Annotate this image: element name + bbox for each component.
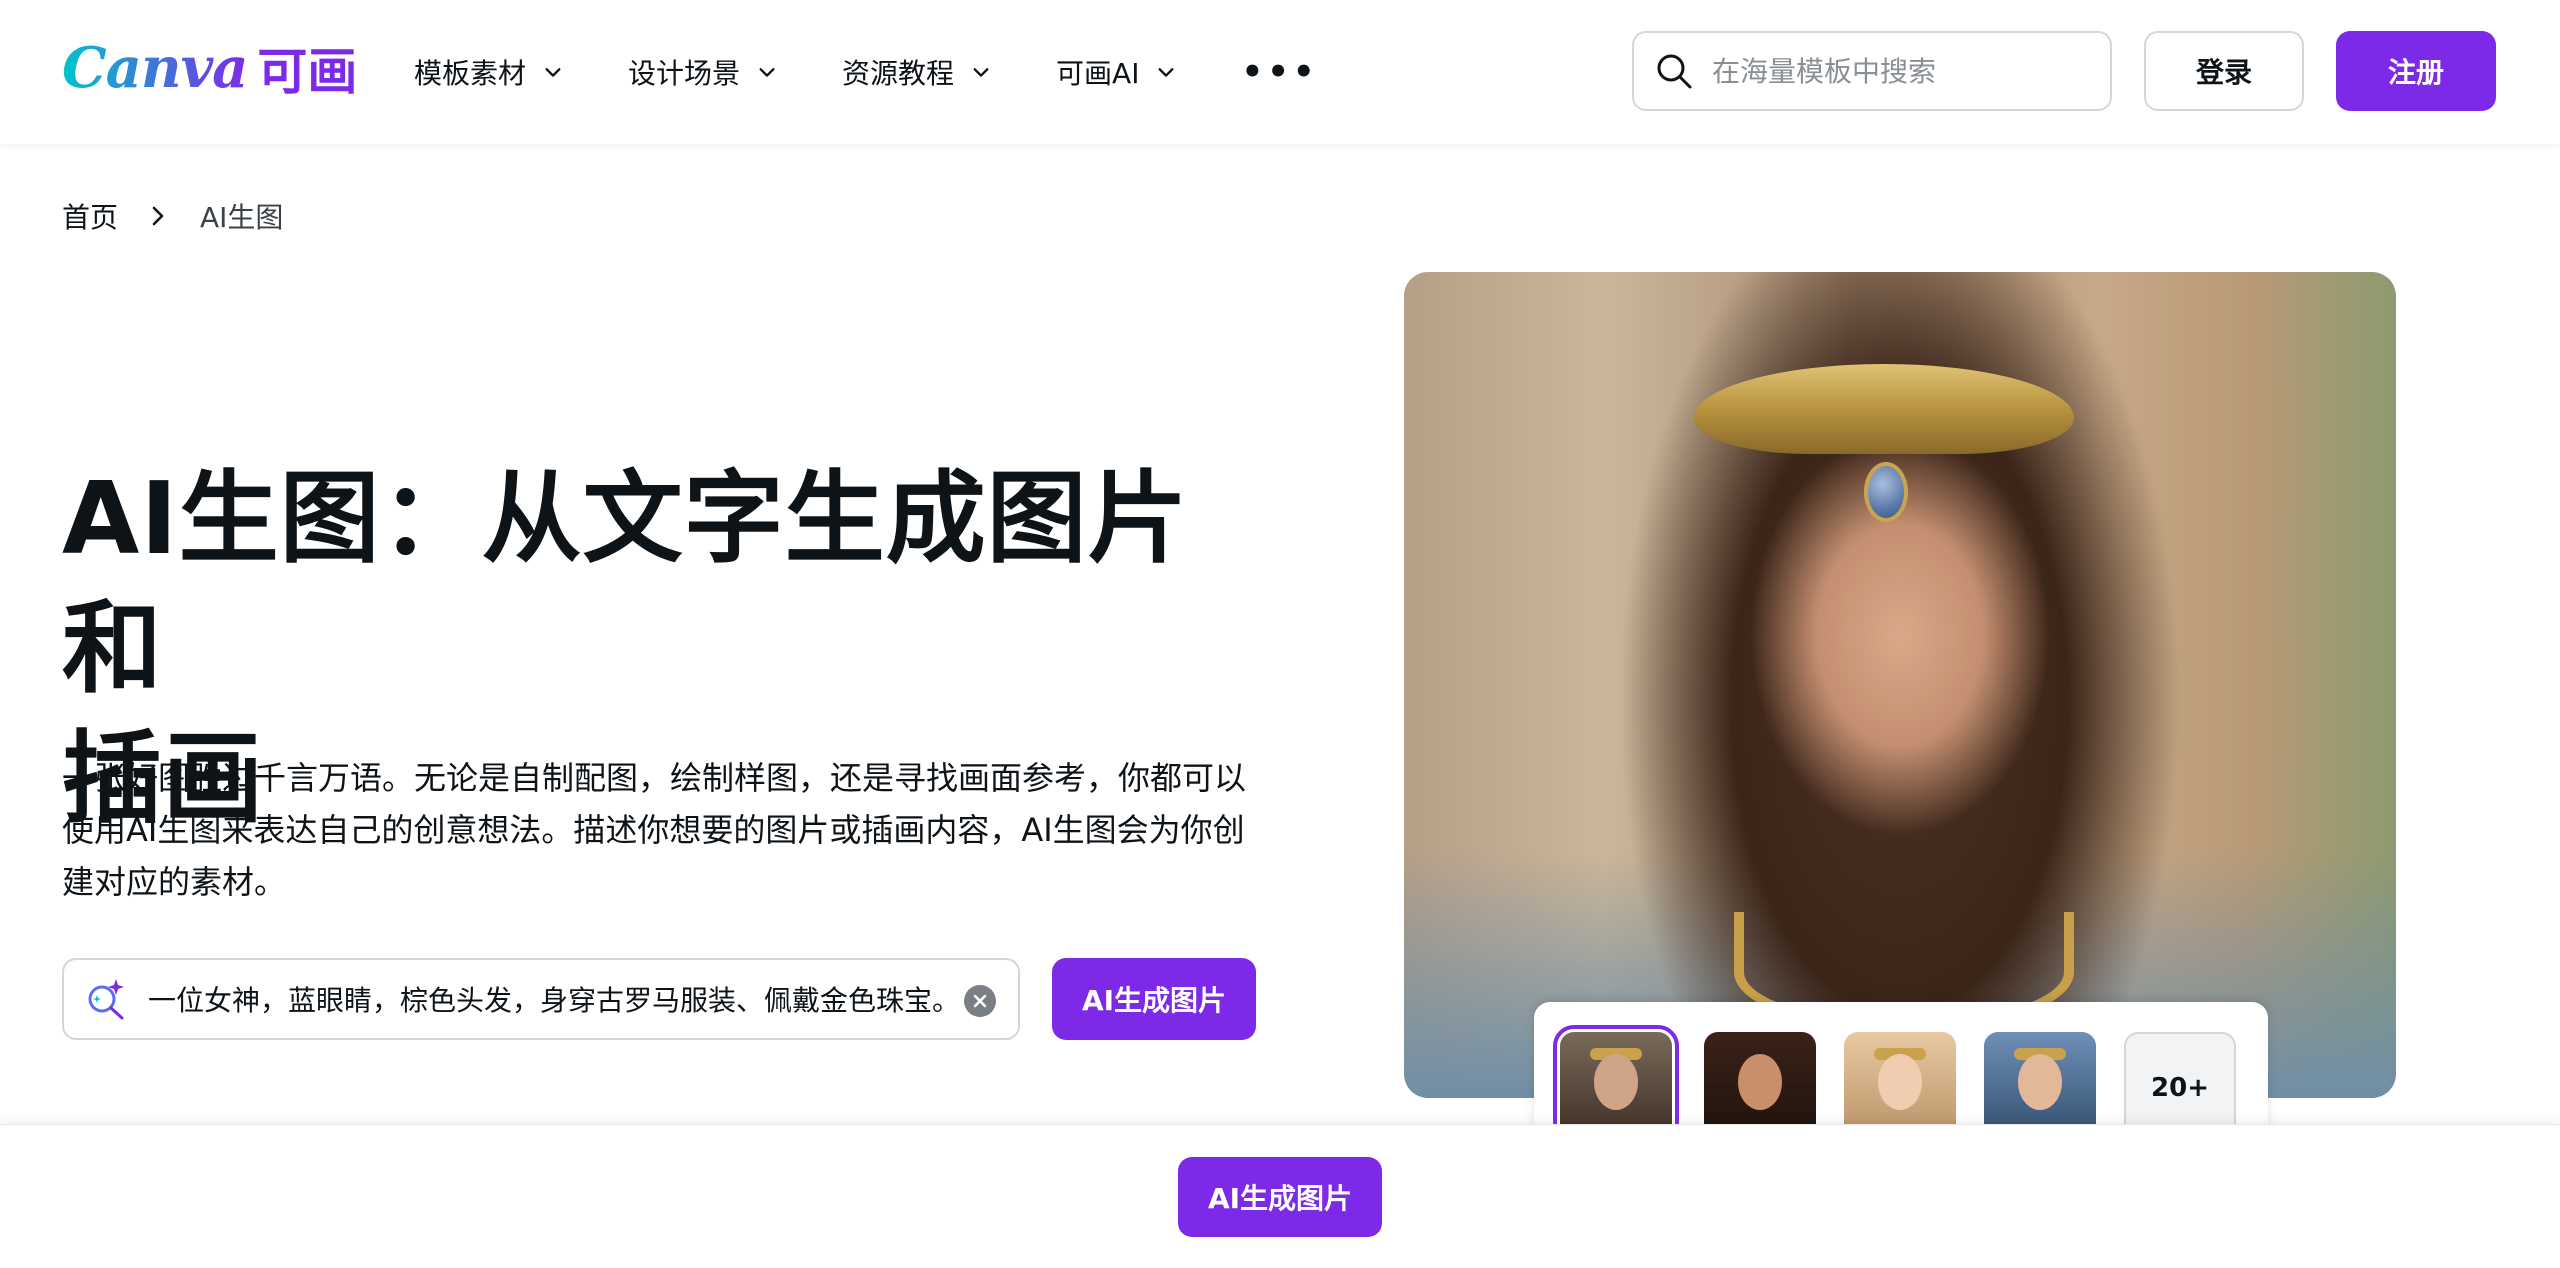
- thumb-face: [1738, 1054, 1782, 1110]
- logo-wordmark: Canva: [62, 35, 248, 101]
- canva-logo[interactable]: Canva 可画: [62, 35, 357, 101]
- breadcrumb-home-link[interactable]: 首页: [62, 196, 118, 236]
- chevron-down-icon: [545, 68, 561, 77]
- breadcrumb-current: AI生图: [200, 201, 284, 234]
- gem-shape: [1864, 462, 1908, 522]
- description-line: 使用AI生图来表达自己的创意想法。描述你想要的图片或插画内容，AI生图会为你创: [62, 811, 1245, 849]
- description-line: 建对应的素材。: [62, 863, 287, 901]
- page-title-line: AI生图：从文字生成图片和: [62, 460, 1189, 707]
- page: Canva 可画 模板素材 设计场景 资源教程 可画AI ••• 在海量模板中搜…: [0, 0, 2560, 1268]
- ai-sparkle-search-icon: [88, 979, 124, 1020]
- logo-chinese-mark: 可画: [257, 43, 358, 101]
- sticky-bottom-bar: AI生成图片: [0, 1124, 2560, 1268]
- image-variants-panel: 20+: [1534, 1002, 2268, 1151]
- search-icon: [1657, 54, 1692, 89]
- close-icon: [973, 994, 987, 1008]
- hero-description: 一张好图胜过千言万语。无论是自制配图，绘制样图，还是寻找画面参考，你都可以 使用…: [62, 752, 1262, 908]
- nav-item-canva-ai[interactable]: 可画AI: [1056, 52, 1175, 92]
- chevron-down-icon: [973, 68, 989, 77]
- generate-image-button[interactable]: AI生成图片: [1052, 958, 1256, 1040]
- generated-goddess-image: [1404, 272, 2396, 1098]
- description-line: 一张好图胜过千言万语。无论是自制配图，绘制样图，还是寻找画面参考，你都可以: [62, 759, 1247, 797]
- nav-item-label: 可画AI: [1056, 57, 1140, 90]
- template-search[interactable]: [1632, 31, 2112, 111]
- chevron-right-icon: [152, 206, 164, 226]
- sticky-generate-image-button[interactable]: AI生成图片: [1178, 1157, 1382, 1237]
- chevron-down-icon: [1158, 68, 1174, 77]
- search-input[interactable]: [1712, 54, 2092, 88]
- clear-prompt-button[interactable]: [964, 985, 996, 1017]
- login-button[interactable]: 登录: [2144, 31, 2304, 111]
- nav-item-label: 资源教程: [842, 57, 955, 90]
- chevron-down-icon: [759, 68, 775, 77]
- ai-prompt-field[interactable]: [62, 958, 1020, 1040]
- top-header: Canva 可画 模板素材 设计场景 资源教程 可画AI ••• 在海量模板中搜…: [0, 0, 2560, 144]
- more-menu-icon[interactable]: •••: [1241, 52, 1318, 92]
- nav-item-resources[interactable]: 资源教程: [842, 52, 990, 92]
- nav-item-label: 设计场景: [628, 57, 741, 90]
- prompt-input[interactable]: [148, 982, 948, 1016]
- thumb-face: [2018, 1054, 2062, 1110]
- register-button[interactable]: 注册: [2336, 31, 2496, 111]
- crown-shape: [1694, 364, 2074, 454]
- nav-item-label: 模板素材: [414, 57, 527, 90]
- nav-item-design-scenes[interactable]: 设计场景: [628, 52, 776, 92]
- breadcrumb: 首页 AI生图: [62, 196, 283, 236]
- nav-item-templates[interactable]: 模板素材: [414, 52, 562, 92]
- thumb-face: [1878, 1054, 1922, 1110]
- main-nav: 模板素材 设计场景 资源教程 可画AI •••: [414, 40, 1319, 104]
- thumb-face: [1594, 1054, 1638, 1110]
